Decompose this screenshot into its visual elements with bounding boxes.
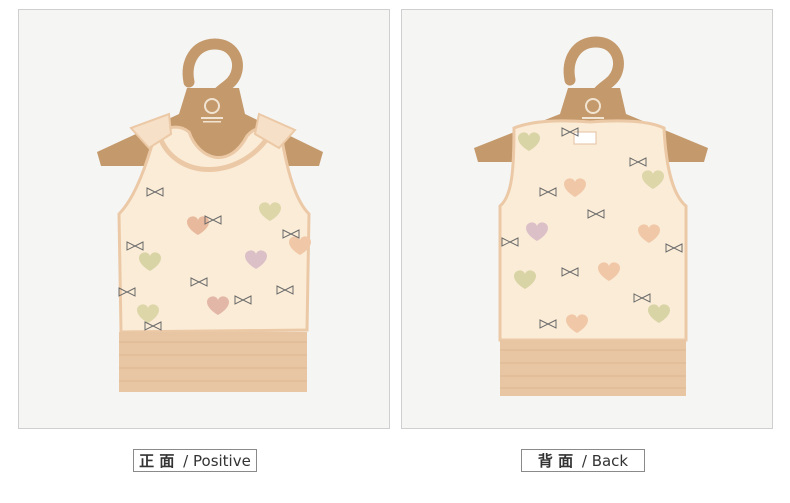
back-caption-en: Back: [591, 451, 629, 470]
front-caption-cn: 正 面: [139, 452, 175, 470]
front-vest-image: [97, 38, 323, 392]
front-caption-sep: /: [178, 451, 193, 470]
back-caption-sep: /: [577, 451, 592, 470]
back-view-panel: [401, 9, 773, 429]
front-view-panel: [18, 9, 390, 429]
back-caption-cn: 背 面: [537, 452, 574, 470]
back-vest-image: [474, 36, 708, 396]
front-caption-en: Positive: [193, 451, 251, 470]
front-caption: 正 面 / Positive: [133, 449, 257, 472]
back-caption: 背 面 / Back: [521, 449, 645, 472]
